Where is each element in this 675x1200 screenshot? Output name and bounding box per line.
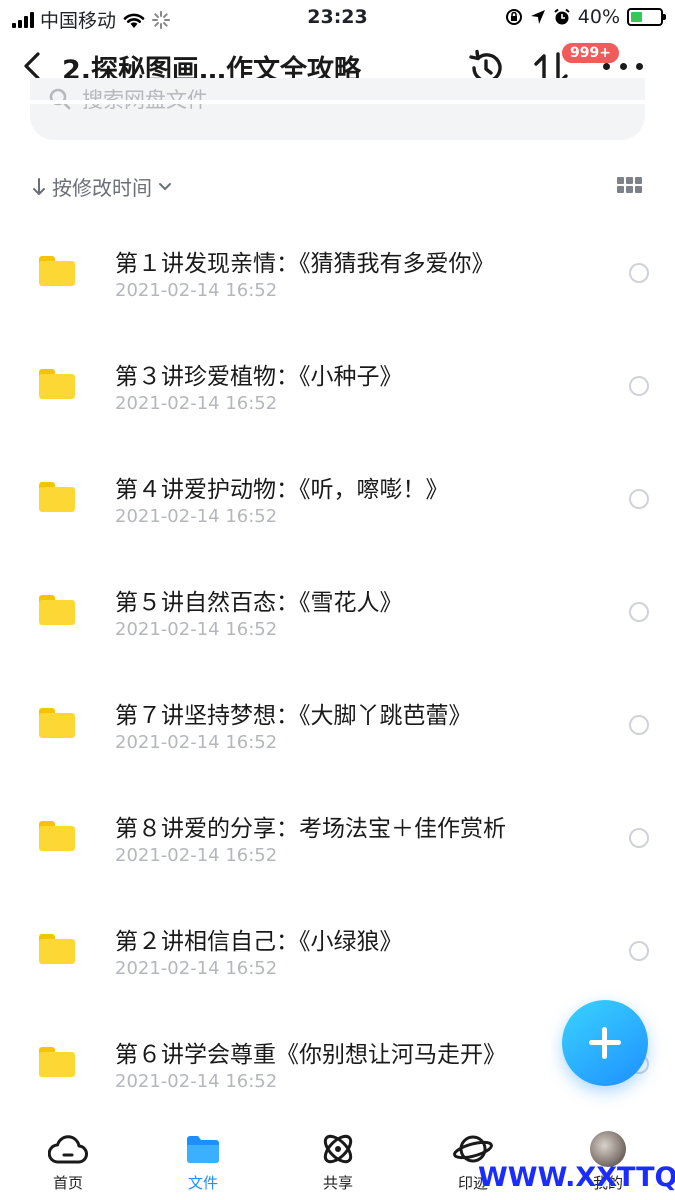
list-item[interactable]: 第１讲发现亲情：《猜猜我有多爱你》 2021-02-14 16:52 bbox=[0, 216, 675, 329]
select-radio[interactable] bbox=[629, 376, 649, 396]
select-radio[interactable] bbox=[629, 263, 649, 283]
cloud-icon bbox=[48, 1135, 88, 1164]
file-date: 2021-02-14 16:52 bbox=[115, 280, 278, 301]
search-box[interactable]: 搜索网盘文件 bbox=[30, 78, 645, 140]
file-name: 第７讲坚持梦想：《大脚丫跳芭蕾》 bbox=[115, 703, 472, 729]
select-radio[interactable] bbox=[629, 602, 649, 622]
sort-selector[interactable]: 按修改时间 bbox=[32, 172, 172, 201]
file-date: 2021-02-14 16:52 bbox=[115, 958, 278, 979]
folder-icon bbox=[39, 482, 75, 512]
battery-icon bbox=[627, 8, 666, 26]
list-item[interactable]: 第２讲相信自己：《小绿狼》 2021-02-14 16:52 bbox=[0, 894, 675, 1007]
select-radio[interactable] bbox=[629, 715, 649, 735]
add-button[interactable] bbox=[562, 1000, 648, 1086]
file-name: 第４讲爱护动物：《听，嚓嘭！》 bbox=[115, 477, 449, 503]
folder-icon bbox=[39, 1047, 75, 1077]
tab-files[interactable]: 文件 bbox=[143, 1130, 263, 1193]
list-item[interactable]: 第４讲爱护动物：《听，嚓嘭！》 2021-02-14 16:52 bbox=[0, 442, 675, 555]
more-dot bbox=[603, 62, 610, 70]
tab-share[interactable]: 共享 bbox=[278, 1130, 398, 1193]
search-icon bbox=[49, 88, 71, 110]
file-date: 2021-02-14 16:52 bbox=[115, 1071, 278, 1092]
list-item[interactable]: 第７讲坚持梦想：《大脚丫跳芭蕾》 2021-02-14 16:52 bbox=[0, 668, 675, 781]
folder-icon bbox=[187, 1136, 219, 1163]
list-item[interactable]: 第８讲爱的分享：考场法宝＋佳作赏析 2021-02-14 16:52 bbox=[0, 781, 675, 894]
file-date: 2021-02-14 16:52 bbox=[115, 393, 278, 414]
file-browser-screen: 中国移动 23:23 40% 2.探秘图画…作文全攻略 999+ 按修改时间 第… bbox=[0, 0, 675, 1200]
file-name: 第２讲相信自己：《小绿狼》 bbox=[115, 929, 403, 955]
folder-icon bbox=[39, 595, 75, 625]
share-icon bbox=[323, 1134, 353, 1164]
chevron-down-icon bbox=[159, 182, 171, 190]
search-placeholder: 搜索网盘文件 bbox=[82, 84, 208, 114]
select-radio[interactable] bbox=[629, 828, 649, 848]
more-button[interactable] bbox=[603, 56, 643, 76]
file-date: 2021-02-14 16:52 bbox=[115, 619, 278, 640]
file-date: 2021-02-14 16:52 bbox=[115, 845, 278, 866]
folder-icon bbox=[39, 708, 75, 738]
file-name: 第８讲爱的分享：考场法宝＋佳作赏析 bbox=[115, 816, 506, 842]
select-radio[interactable] bbox=[629, 489, 649, 509]
file-name: 第５讲自然百态：《雪花人》 bbox=[115, 590, 403, 616]
tab-label: 共享 bbox=[322, 1174, 353, 1192]
file-name: 第１讲发现亲情：《猜猜我有多爱你》 bbox=[115, 251, 495, 277]
folder-icon bbox=[39, 934, 75, 964]
tab-label: 文件 bbox=[187, 1174, 218, 1192]
sort-arrow-icon bbox=[33, 177, 45, 195]
file-date: 2021-02-14 16:52 bbox=[115, 506, 278, 527]
list-item[interactable]: 第５讲自然百态：《雪花人》 2021-02-14 16:52 bbox=[0, 555, 675, 668]
tab-home[interactable]: 首页 bbox=[8, 1130, 128, 1193]
folder-icon bbox=[39, 369, 75, 399]
nav-divider bbox=[0, 100, 675, 104]
file-name: 第６讲学会尊重《你别想让河马走开》 bbox=[115, 1042, 506, 1068]
list-item[interactable]: 第３讲珍爱植物：《小种子》 2021-02-14 16:52 bbox=[0, 329, 675, 442]
status-bar: 中国移动 23:23 40% bbox=[0, 0, 675, 34]
select-radio[interactable] bbox=[629, 941, 649, 961]
lock-rotation-icon bbox=[505, 9, 522, 25]
grid-view-icon[interactable] bbox=[617, 177, 643, 193]
more-dot bbox=[619, 62, 627, 70]
folder-icon bbox=[39, 256, 75, 286]
file-name: 第３讲珍爱植物：《小种子》 bbox=[115, 364, 403, 390]
file-date: 2021-02-14 16:52 bbox=[115, 732, 278, 753]
alarm-icon bbox=[554, 8, 570, 25]
more-dot bbox=[636, 62, 643, 70]
watermark: WWW.XXTTQ.COM bbox=[478, 1162, 675, 1193]
location-icon bbox=[530, 10, 545, 24]
folder-icon bbox=[39, 821, 75, 851]
status-right: 40% bbox=[505, 6, 666, 28]
battery-percent: 40% bbox=[577, 6, 620, 28]
tab-label: 首页 bbox=[52, 1174, 83, 1192]
sort-label: 按修改时间 bbox=[52, 176, 152, 200]
